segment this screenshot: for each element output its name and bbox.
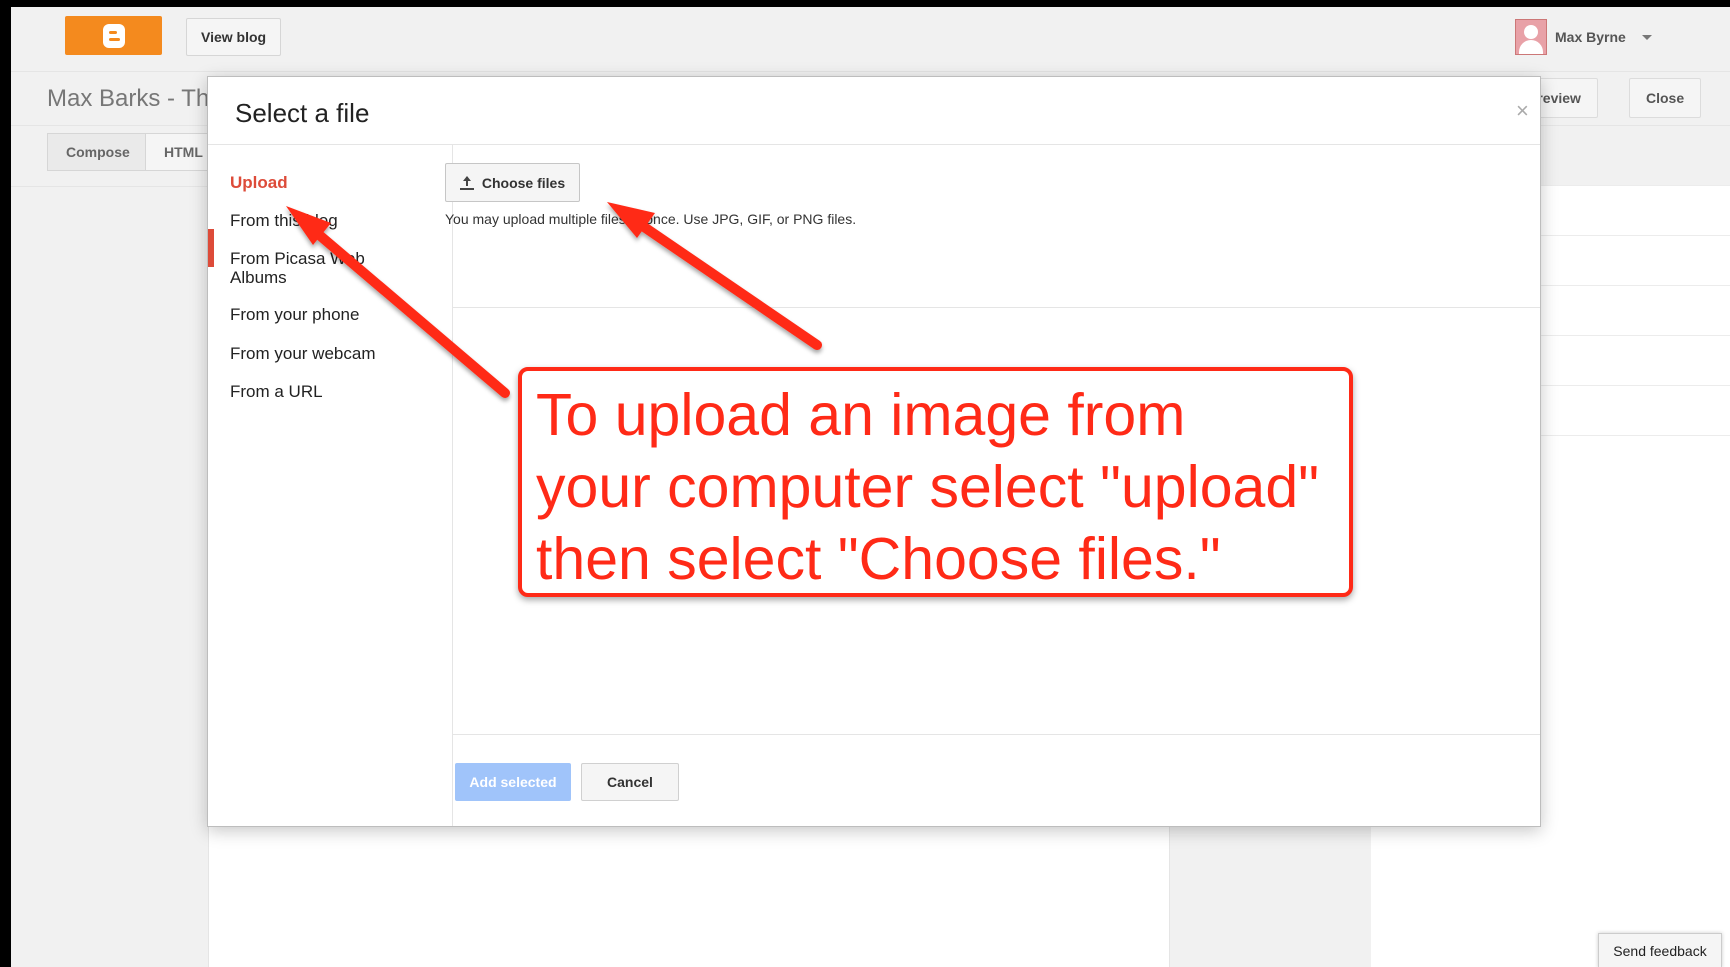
close-button[interactable]: Close — [1629, 78, 1702, 118]
choose-files-button[interactable]: Choose files — [445, 163, 580, 202]
add-selected-button[interactable]: Add selected — [455, 763, 571, 801]
sidebar-item-from-phone[interactable]: From your phone — [230, 305, 440, 324]
dialog-header: Select a file × — [208, 77, 1540, 145]
blogger-logo-icon[interactable] — [65, 16, 162, 55]
view-blog-button[interactable]: View blog — [186, 18, 282, 56]
post-title: Max Barks - Th — [47, 85, 210, 112]
sidebar-item-from-webcam[interactable]: From your webcam — [230, 344, 440, 363]
sidebar-item-upload[interactable]: Upload — [230, 173, 440, 192]
chevron-down-icon[interactable] — [1641, 34, 1652, 40]
close-icon[interactable]: × — [1516, 98, 1529, 124]
annotation-text: To upload an image from your computer se… — [536, 382, 1320, 592]
tab-compose[interactable]: Compose — [47, 133, 149, 171]
user-name[interactable]: Max Byrne — [1555, 29, 1626, 45]
cancel-button[interactable]: Cancel — [581, 763, 679, 801]
sidebar-item-from-url[interactable]: From a URL — [230, 382, 440, 401]
send-feedback-button[interactable]: Send feedback — [1598, 933, 1722, 967]
sidebar-item-from-this-blog[interactable]: From this blog — [230, 211, 440, 230]
avatar[interactable] — [1515, 19, 1547, 55]
top-bar: View blog Max Byrne — [11, 7, 1730, 72]
upload-icon — [459, 175, 474, 190]
source-sidebar: Upload From this blog From Picasa Web Al… — [208, 145, 453, 826]
dialog-title: Select a file — [235, 98, 370, 128]
upload-hint: You may upload multiple files at once. U… — [445, 211, 857, 227]
annotation-callout: To upload an image from your computer se… — [518, 367, 1353, 597]
sidebar-item-from-picasa[interactable]: From Picasa Web Albums — [230, 249, 400, 287]
account-menu[interactable]: Max Byrne — [1515, 19, 1652, 55]
active-indicator — [208, 229, 214, 267]
choose-files-label: Choose files — [481, 174, 566, 191]
